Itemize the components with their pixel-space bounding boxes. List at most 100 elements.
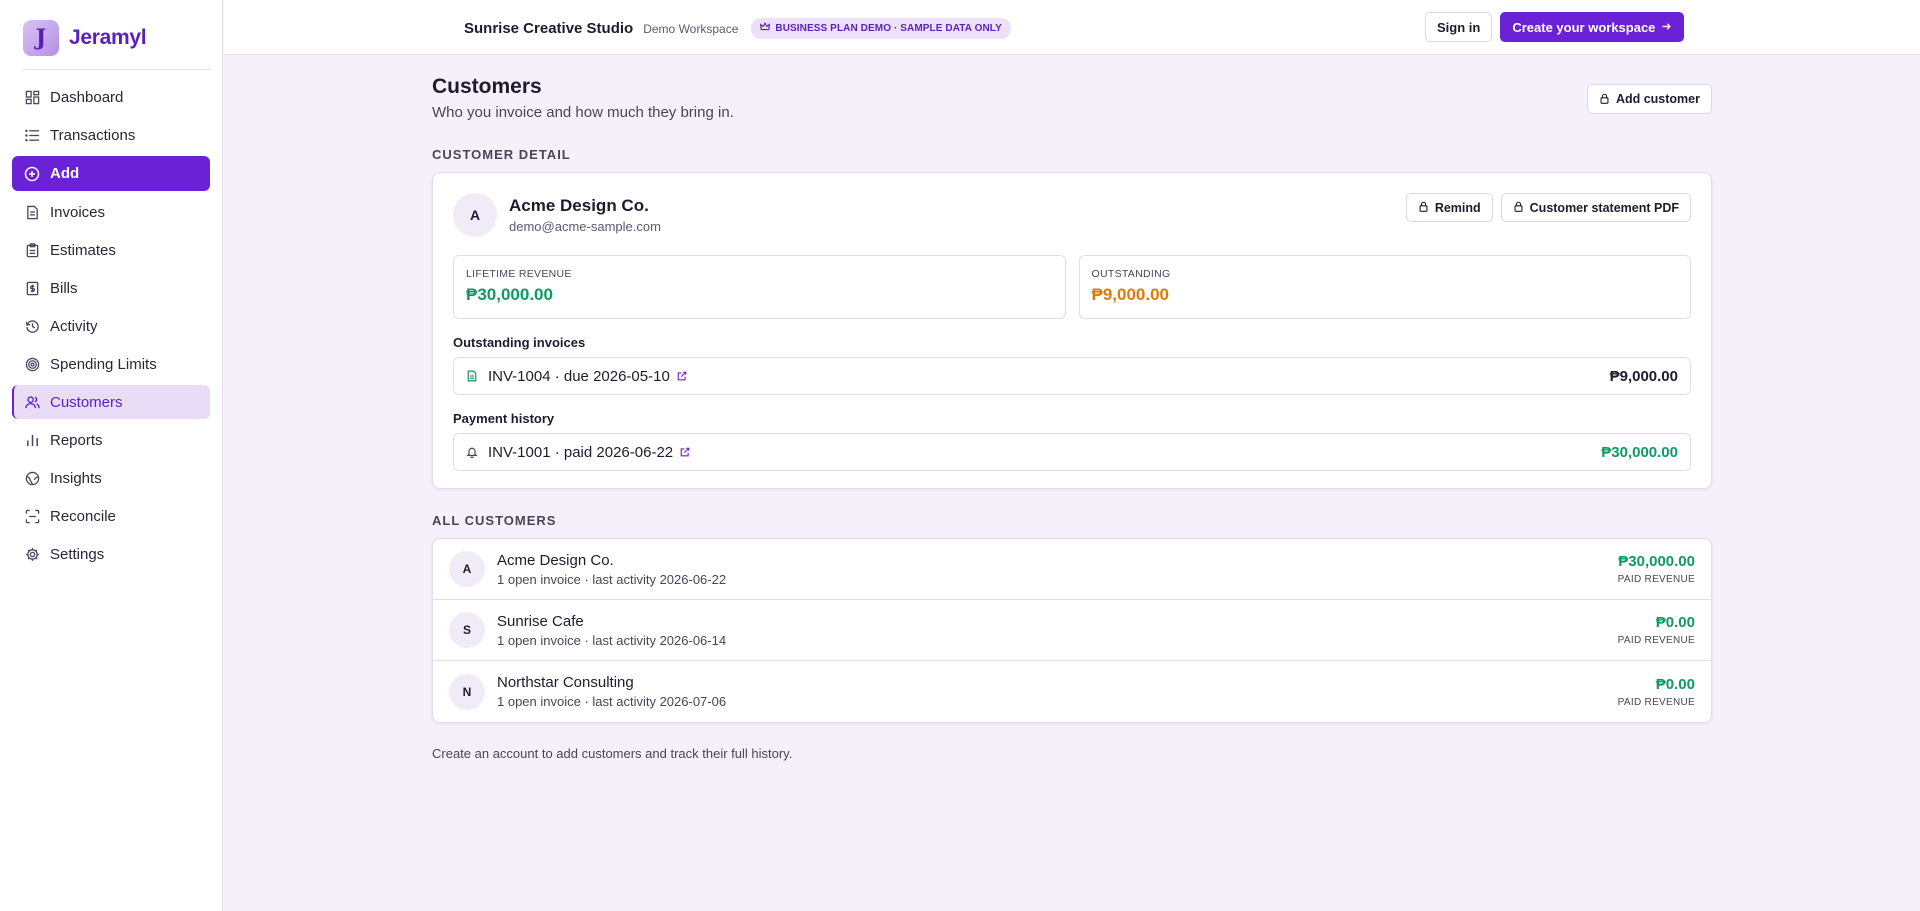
document-icon <box>466 370 480 382</box>
sign-in-button[interactable]: Sign in <box>1425 12 1493 42</box>
scan-icon <box>24 508 40 524</box>
customer-meta: 1 open invoice · last activity 2026-06-1… <box>497 632 727 648</box>
sidebar-item-label: Reconcile <box>50 507 116 525</box>
outstanding-invoices-heading: Outstanding invoices <box>453 335 586 350</box>
invoice-amount: ₱9,000.00 <box>1609 367 1678 385</box>
revenue-label: PAID REVENUE <box>1617 635 1695 646</box>
sidebar-item-reports[interactable]: Reports <box>12 423 210 457</box>
revenue-amount: ₱0.00 <box>1655 614 1695 631</box>
sidebar-item-label: Insights <box>50 469 102 487</box>
list-item[interactable]: N Northstar Consulting 1 open invoice · … <box>433 661 1711 722</box>
plan-badge-label: BUSINESS PLAN DEMO · SAMPLE DATA ONLY <box>775 23 1002 34</box>
customer-email: demo@acme-sample.com <box>509 219 661 234</box>
customer-revenue: ₱30,000.00 PAID REVENUE <box>1618 553 1695 585</box>
stat-label: LIFETIME REVENUE <box>466 268 572 280</box>
plus-circle-icon <box>24 166 40 182</box>
sidebar: J Jeramyl Dashboard Transactions Add Inv… <box>0 0 223 911</box>
external-link-icon[interactable] <box>680 447 690 457</box>
footer-note: Create an account to add customers and t… <box>432 746 793 761</box>
payment-label: INV-1001 · paid 2026-06-22 <box>488 443 674 461</box>
customer-name: Acme Design Co. <box>509 196 649 215</box>
clipboard-icon <box>24 242 40 258</box>
sidebar-item-bills[interactable]: Bills <box>12 271 210 305</box>
topbar: Sunrise Creative Studio Demo Workspace B… <box>224 0 1920 55</box>
sidebar-item-customers[interactable]: Customers <box>12 385 210 419</box>
customer-info: Acme Design Co. 1 open invoice · last ac… <box>497 552 726 587</box>
plan-badge: BUSINESS PLAN DEMO · SAMPLE DATA ONLY <box>751 18 1011 39</box>
customer-actions: Remind Customer statement PDF <box>1405 193 1691 222</box>
target-icon <box>24 356 40 372</box>
history-icon <box>24 318 40 334</box>
page-header: Customers Who you invoice and how much t… <box>432 75 1712 125</box>
sidebar-item-label: Estimates <box>50 241 116 259</box>
customer-name: Sunrise Cafe <box>497 612 584 630</box>
dashboard-icon <box>24 89 40 105</box>
lock-icon <box>1599 92 1610 107</box>
main-content: Customers Who you invoice and how much t… <box>432 75 1712 761</box>
statement-pdf-label: Customer statement PDF <box>1529 200 1679 215</box>
brand-name: Jeramyl <box>69 26 147 49</box>
page-title: Customers <box>432 75 542 98</box>
add-customer-button[interactable]: Add customer <box>1586 84 1712 114</box>
list-item[interactable]: A Acme Design Co. 1 open invoice · last … <box>433 539 1711 600</box>
sidebar-item-activity[interactable]: Activity <box>12 309 210 343</box>
sidebar-item-insights[interactable]: Insights <box>12 461 210 495</box>
lifetime-revenue-stat: LIFETIME REVENUE ₱30,000.00 <box>453 255 1066 319</box>
sidebar-item-label: Activity <box>50 317 98 335</box>
create-workspace-button[interactable]: Create your workspace <box>1500 12 1685 42</box>
lock-icon <box>1418 201 1429 215</box>
customer-header: A Acme Design Co. demo@acme-sample.com R… <box>453 193 1691 237</box>
users-icon <box>24 394 40 410</box>
sidebar-item-label: Customers <box>50 393 123 411</box>
revenue-amount: ₱0.00 <box>1655 675 1695 693</box>
avatar: S <box>449 612 485 648</box>
sidebar-item-reconcile[interactable]: Reconcile <box>12 499 210 533</box>
document-icon <box>24 204 40 220</box>
workspace-name: Sunrise Creative Studio <box>464 20 634 37</box>
customer-identity: Acme Design Co. demo@acme-sample.com <box>497 196 661 234</box>
outstanding-invoice-row[interactable]: INV-1004 · due 2026-05-10 ₱9,000.00 <box>453 357 1691 395</box>
payment-amount: ₱30,000.00 <box>1601 443 1678 461</box>
bar-chart-icon <box>24 432 40 448</box>
lock-icon <box>1513 201 1524 215</box>
workspace-subtitle: Demo Workspace <box>643 21 739 36</box>
remind-button[interactable]: Remind <box>1405 193 1493 222</box>
sidebar-item-dashboard[interactable]: Dashboard <box>12 80 210 114</box>
list-item[interactable]: S Sunrise Cafe 1 open invoice · last act… <box>433 600 1711 661</box>
sidebar-item-settings[interactable]: Settings <box>12 537 210 571</box>
all-customers-label: ALL CUSTOMERS <box>432 513 557 528</box>
sidebar-item-invoices[interactable]: Invoices <box>12 195 210 229</box>
sidebar-item-label: Settings <box>50 545 105 563</box>
sidebar-item-transactions[interactable]: Transactions <box>12 118 210 152</box>
arrow-right-icon <box>1661 20 1672 35</box>
sidebar-item-label: Invoices <box>50 203 106 221</box>
gear-icon <box>24 546 40 562</box>
sidebar-item-estimates[interactable]: Estimates <box>12 233 210 267</box>
customer-stats: LIFETIME REVENUE ₱30,000.00 OUTSTANDING … <box>453 255 1691 319</box>
revenue-amount: ₱30,000.00 <box>1618 553 1695 570</box>
sidebar-item-label: Add <box>50 165 80 182</box>
customer-name: Acme Design Co. <box>497 551 614 569</box>
statement-pdf-button[interactable]: Customer statement PDF <box>1500 193 1691 222</box>
globe-icon <box>24 470 40 486</box>
bill-icon <box>24 280 40 296</box>
list-icon <box>24 127 40 143</box>
sidebar-item-label: Bills <box>50 279 78 297</box>
customer-name: Northstar Consulting <box>497 674 634 691</box>
sidebar-item-label: Dashboard <box>50 88 124 106</box>
external-link-icon[interactable] <box>677 371 687 381</box>
bell-icon <box>466 446 480 458</box>
invoice-label: INV-1004 · due 2026-05-10 <box>488 367 670 385</box>
sidebar-item-add[interactable]: Add <box>12 156 210 191</box>
remind-label: Remind <box>1434 200 1481 215</box>
sidebar-item-spending-limits[interactable]: Spending Limits <box>12 347 210 381</box>
payment-history-row[interactable]: INV-1001 · paid 2026-06-22 ₱30,000.00 <box>453 433 1691 471</box>
customer-revenue: ₱0.00 PAID REVENUE <box>1618 676 1695 708</box>
customer-detail-card: A Acme Design Co. demo@acme-sample.com R… <box>432 172 1712 489</box>
create-workspace-label: Create your workspace <box>1512 19 1656 35</box>
auth-actions: Sign in Create your workspace <box>1425 12 1685 42</box>
payment-history-heading: Payment history <box>453 411 555 426</box>
customer-info: Northstar Consulting 1 open invoice · la… <box>497 674 726 709</box>
avatar: A <box>453 193 497 237</box>
brand[interactable]: J Jeramyl <box>23 20 211 70</box>
